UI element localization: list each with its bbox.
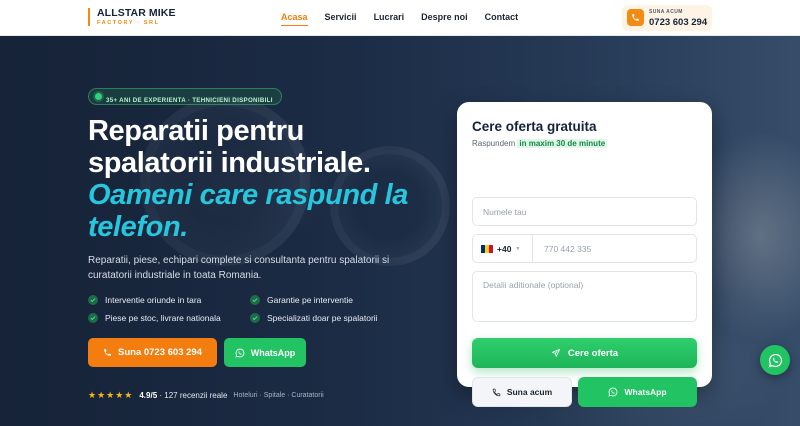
header-call-button[interactable]: SUNA ACUM 0723 603 294 [622,5,712,31]
hero-section: 35+ ANI DE EXPERIENTA · TEHNICIENI DISPO… [0,36,800,426]
feature-item: Interventie oriunde in tara [88,295,201,305]
brand-name: ALLSTAR MIKE [97,7,176,19]
name-input[interactable] [472,197,697,226]
star-rating-icon: ★★★★★ [88,390,134,400]
whatsapp-icon [768,353,782,367]
form-call-label: Suna acum [506,387,553,397]
phone-icon [104,349,111,356]
hero-subtitle: Reparatii, piese, echipari complete si c… [88,255,390,281]
form-call-button[interactable]: Suna acum [472,377,572,407]
country-code-select[interactable]: +40 ▼ [473,235,533,262]
nav-item-contact[interactable]: Contact [485,12,519,26]
nav-item-acasa[interactable]: Acasa [281,12,308,26]
experience-badge: 35+ ANI DE EXPERIENTA · TEHNICIENI DISPO… [88,88,282,105]
check-icon [250,313,260,323]
check-icon [250,295,260,305]
form-subtitle-prefix: Raspundem [472,139,516,148]
phone-icon [492,388,501,396]
country-code: +40 [497,243,512,254]
rating-tags: Hoteluri · Spitale · Curatatorii [233,392,324,399]
rating-score: 4.9/5 [139,391,158,400]
main-nav: Acasa Servicii Lucrari Despre noi Contac… [281,12,518,26]
phone-field: +40 ▼ [472,234,697,263]
site-header: ALLSTAR MIKE FACTORY · SRL Acasa Servici… [0,0,800,36]
check-icon [88,295,98,305]
floating-whatsapp-button[interactable] [760,345,790,375]
details-textarea[interactable] [472,271,697,322]
hero-title-accent: Oameni care raspund la telefon. [88,179,408,243]
submit-label: Cere oferta [567,347,619,359]
nav-item-servicii[interactable]: Servicii [325,12,357,26]
rating-text: 4.9/5 · 127 recenzii reale [139,391,227,400]
feature-item: Specializati doar pe spalatorii [250,313,378,323]
phone-icon [627,9,644,26]
form-title: Cere oferta gratuita [472,119,597,134]
rating-reviews: · 127 recenzii reale [159,391,228,400]
hero-call-label: Suna 0723 603 294 [118,347,202,358]
header-call-number: 0723 603 294 [649,17,708,28]
experience-badge-text: 35+ ANI DE EXPERIENTA · TEHNICIENI DISPO… [106,97,273,104]
rating-row: ★★★★★ 4.9/5 · 127 recenzii reale Hotelur… [88,390,324,401]
hero-whatsapp-button[interactable]: WhatsApp [224,338,306,367]
chevron-down-icon: ▼ [515,245,521,252]
whatsapp-icon [235,348,245,358]
send-icon [551,348,561,357]
hero-title-accent-line1: Oameni care raspund la [88,179,408,211]
form-subtitle: Raspundem in maxim 30 de minute [472,139,608,148]
status-dot-icon [95,93,102,100]
hero-whatsapp-label: WhatsApp [250,347,296,358]
nav-item-despre-noi[interactable]: Despre noi [421,12,468,26]
hero-call-button[interactable]: Suna 0723 603 294 [88,338,217,367]
feature-label: Specializati doar pe spalatorii [267,313,378,323]
hero-title-accent-line2: telefon. [88,211,188,243]
quote-form-card: Cere oferta gratuita Raspundem in maxim … [457,102,712,407]
hero-title-line2: spalatorii industriale. [88,147,371,179]
brand-tagline: FACTORY · SRL [97,19,160,26]
feature-label: Garantie pe interventie [267,295,353,305]
romania-flag-icon [481,244,493,253]
submit-quote-button[interactable]: Cere oferta [472,338,697,368]
check-icon [88,313,98,323]
nav-item-lucrari[interactable]: Lucrari [374,12,405,26]
feature-label: Piese pe stoc, livrare nationala [105,313,221,323]
phone-input[interactable] [534,235,694,262]
hero-title-line1: Reparatii pentru [88,115,304,147]
brand-logo[interactable]: ALLSTAR MIKE FACTORY · SRL [88,8,176,26]
feature-label: Interventie oriunde in tara [105,295,202,305]
feature-item: Piese pe stoc, livrare nationala [88,313,221,323]
header-call-label: SUNA ACUM [649,9,683,15]
whatsapp-icon [608,387,618,397]
form-whatsapp-label: WhatsApp [624,387,667,397]
feature-item: Garantie pe interventie [250,295,353,305]
form-subtitle-highlight: in maxim 30 de minute [517,139,608,148]
hero-title: Reparatii pentru spalatorii industriale. [88,115,371,179]
form-whatsapp-button[interactable]: WhatsApp [578,377,697,407]
